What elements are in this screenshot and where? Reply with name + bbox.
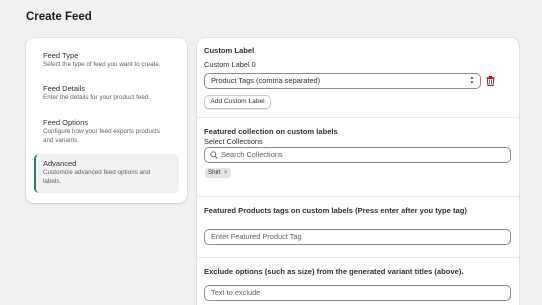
step-title: Advanced <box>43 159 77 168</box>
divider <box>197 196 519 197</box>
search-collections-input[interactable]: Search Collections <box>204 147 511 163</box>
step-advanced[interactable]: Advanced Customize advanced feed options… <box>34 154 179 193</box>
step-title: Feed Details <box>43 84 86 93</box>
step-feed-details[interactable]: Feed Details Enter the details for your … <box>34 84 179 106</box>
input-placeholder: Enter Featured Product Tag <box>211 232 302 241</box>
exclude-text-input[interactable]: Text to exclude <box>204 285 511 301</box>
custom-label-0-label: Custom Label 0 <box>204 60 256 69</box>
custom-label-0-select[interactable]: Product Tags (comma separated) ▲ ▼ <box>204 73 481 89</box>
divider <box>197 257 519 258</box>
step-description: and variants. <box>43 136 80 144</box>
exclude-options-title: Exclude options (such as size) from the … <box>204 267 464 276</box>
advanced-settings-card: Custom Label Custom Label 0 Product Tags… <box>197 38 519 305</box>
step-description: Customize advanced feed options and <box>43 169 151 176</box>
steps-nav-card: Feed Type Select the type of feed you wa… <box>26 38 187 203</box>
step-description: Configure how your feed exports products <box>43 128 160 135</box>
collection-tag: Shirt × <box>205 168 231 178</box>
page-title: Create Feed <box>26 11 92 23</box>
remove-tag-icon[interactable]: × <box>224 168 228 178</box>
featured-collection-title: Featured collection on custom labels <box>204 127 338 136</box>
step-description: labels. <box>43 177 62 185</box>
search-placeholder: Search Collections <box>221 150 283 159</box>
add-custom-label-button[interactable]: Add Custom Label <box>204 95 271 109</box>
step-title: Feed Options <box>43 118 89 127</box>
featured-tags-title: Featured Products tags on custom labels … <box>204 206 467 215</box>
select-chevron-icon: ▲ ▼ <box>469 75 475 86</box>
step-feed-type[interactable]: Feed Type Select the type of feed you wa… <box>34 51 179 73</box>
step-description: Enter the details for your product feed. <box>43 94 151 101</box>
trash-icon[interactable] <box>486 76 495 86</box>
tag-label: Shirt <box>208 169 221 176</box>
step-description: Select the type of feed you want to crea… <box>43 61 161 68</box>
divider <box>197 117 519 118</box>
search-icon <box>210 151 218 159</box>
select-value: Product Tags (comma separated) <box>211 76 321 85</box>
featured-product-tag-input[interactable]: Enter Featured Product Tag <box>204 229 511 245</box>
custom-label-title: Custom Label <box>204 46 255 55</box>
input-placeholder: Text to exclude <box>211 288 261 297</box>
step-feed-options[interactable]: Feed Options Configure how your feed exp… <box>34 118 179 148</box>
step-title: Feed Type <box>43 51 79 60</box>
select-collections-label: Select Collections <box>204 137 263 146</box>
